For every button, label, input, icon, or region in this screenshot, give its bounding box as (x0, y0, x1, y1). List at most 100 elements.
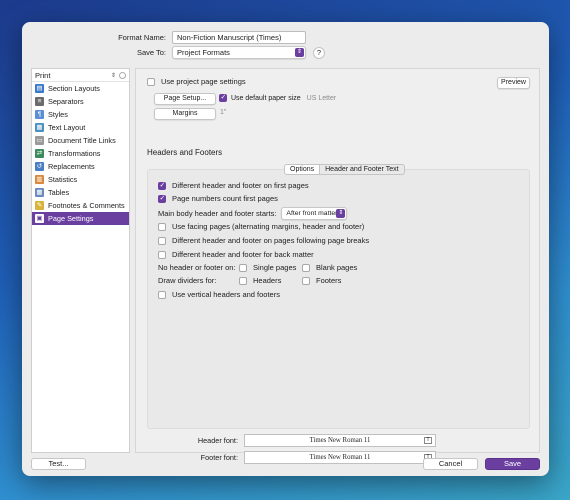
sidebar-item-tables[interactable]: ▦ Tables (32, 186, 129, 199)
headers-divider-row[interactable]: Headers (239, 276, 281, 285)
sidebar-item-label: Styles (48, 110, 68, 119)
default-paper-row[interactable]: Use default paper size US Letter (219, 93, 337, 102)
sidebar-item-transformations[interactable]: ⇄ Transformations (32, 147, 129, 160)
margins-value: 1" (220, 109, 227, 116)
sidebar-item-label: Footnotes & Comments (48, 201, 125, 210)
main-body-value: After front matter (286, 210, 338, 217)
footers-divider-row[interactable]: Footers (302, 276, 341, 285)
headers-divider-checkbox[interactable] (239, 276, 247, 285)
test-button[interactable]: Test... (31, 458, 86, 470)
sidebar-item-section-layouts[interactable]: ▤ Section Layouts (32, 82, 129, 95)
different-first-checkbox[interactable] (158, 181, 166, 190)
no-header-label: No header or footer on: (158, 263, 236, 272)
footer-font-field[interactable]: Times New Roman 11 T (244, 451, 436, 464)
sidebar-item-page-settings[interactable]: ▣ Page Settings (32, 212, 129, 225)
different-first-label: Different header and footer on first pag… (172, 181, 309, 190)
facing-pages-checkbox[interactable] (158, 222, 166, 231)
header-font-label: Header font: (197, 436, 238, 445)
popup-arrows-icon: ⇕ (336, 209, 346, 218)
font-picker-icon[interactable]: T (424, 437, 432, 444)
cancel-button[interactable]: Cancel (423, 458, 478, 470)
header-font-field[interactable]: Times New Roman 11 T (244, 434, 436, 447)
sidebar-item-statistics[interactable]: ▥ Statistics (32, 173, 129, 186)
save-to-value: Project Formats (177, 48, 230, 57)
single-pages-row[interactable]: Single pages (239, 263, 296, 272)
sidebar-item-styles[interactable]: ¶ Styles (32, 108, 129, 121)
help-button[interactable]: ? (313, 46, 325, 59)
sidebar-item-label: Transformations (48, 149, 101, 158)
sidebar-item-label: Statistics (48, 175, 78, 184)
sidebar-item-label: Tables (48, 188, 70, 197)
sidebar: Print ⇕ ▤ Section Layouts ≡ Separators ¶ Styl… (31, 68, 130, 453)
save-button[interactable]: Save (485, 458, 540, 470)
header-font-row: Header font: Times New Roman 11 T (148, 434, 436, 447)
vertical-checkbox[interactable] (158, 290, 166, 299)
following-breaks-row[interactable]: Different header and footer on pages fol… (158, 236, 369, 245)
main-body-label: Main body header and footer starts: (158, 209, 277, 218)
following-breaks-checkbox[interactable] (158, 236, 166, 245)
sidebar-list: ▤ Section Layouts ≡ Separators ¶ Styles ▦ Text … (32, 82, 129, 225)
facing-pages-row[interactable]: Use facing pages (alternating margins, h… (158, 222, 364, 231)
sidebar-item-footnotes-comments[interactable]: ✎ Footnotes & Comments (32, 199, 129, 212)
single-pages-label: Single pages (253, 263, 297, 272)
format-dialog: Format Name: Non-Fiction Manuscript (Tim… (22, 22, 549, 476)
replacements-icon: ↺ (35, 162, 44, 171)
save-to-popup[interactable]: Project Formats ⇕ (172, 46, 306, 59)
options-circle-icon[interactable] (119, 71, 126, 79)
tab-header-footer-text[interactable]: Header and Footer Text (320, 164, 405, 175)
sidebar-item-label: Document Title Links (48, 136, 116, 145)
vertical-label: Use vertical headers and footers (172, 290, 280, 299)
no-header-label-row: No header or footer on: (158, 263, 236, 272)
sidebar-item-label: Text Layout (48, 123, 86, 132)
paper-size-value: US Letter (306, 94, 337, 102)
page-numbers-first-checkbox[interactable] (158, 194, 166, 203)
tab-options[interactable]: Options (284, 164, 321, 175)
use-project-settings-row[interactable]: Use project page settings (147, 77, 246, 86)
default-paper-label: Use default paper size (231, 94, 301, 102)
tables-icon: ▦ (35, 188, 44, 197)
headers-divider-label: Headers (253, 276, 282, 285)
footers-divider-checkbox[interactable] (302, 276, 310, 285)
main-body-popup[interactable]: After front matter ⇕ (281, 207, 348, 220)
chevron-updown-icon: ⇕ (110, 72, 116, 79)
separators-icon: ≡ (35, 97, 44, 106)
footer-font-label: Footer font: (200, 453, 238, 462)
back-matter-checkbox[interactable] (158, 250, 166, 259)
sidebar-item-separators[interactable]: ≡ Separators (32, 95, 129, 108)
statistics-icon: ▥ (35, 175, 44, 184)
preview-button[interactable]: Preview (497, 77, 530, 89)
following-breaks-label: Different header and footer on pages fol… (172, 236, 370, 245)
main-body-row: Main body header and footer starts: Afte… (158, 207, 348, 220)
vertical-row[interactable]: Use vertical headers and footers (158, 290, 280, 299)
blank-pages-row[interactable]: Blank pages (302, 263, 357, 272)
use-project-settings-checkbox[interactable] (147, 77, 155, 86)
draw-dividers-label: Draw dividers for: (158, 276, 217, 285)
page-numbers-first-row[interactable]: Page numbers count first pages (158, 194, 278, 203)
format-name-label: Format Name: (118, 33, 166, 42)
format-name-row: Format Name: Non-Fiction Manuscript (Tim… (86, 31, 306, 44)
settings-pane: Use project page settings Preview Page S… (135, 68, 540, 464)
footers-divider-label: Footers (316, 276, 342, 285)
draw-dividers-label-row: Draw dividers for: (158, 276, 216, 285)
footnotes-comments-icon: ✎ (35, 201, 44, 210)
save-to-row: Save To: Project Formats ⇕ ? (86, 46, 325, 59)
save-to-label: Save To: (136, 48, 166, 57)
blank-pages-checkbox[interactable] (302, 263, 310, 272)
different-first-row[interactable]: Different header and footer on first pag… (158, 181, 309, 190)
margins-button[interactable]: Margins (154, 108, 216, 120)
single-pages-checkbox[interactable] (239, 263, 247, 272)
default-paper-checkbox[interactable] (219, 93, 227, 102)
sidebar-item-document-title-links[interactable]: ▭ Document Title Links (32, 134, 129, 147)
blank-pages-label: Blank pages (316, 263, 358, 272)
sidebar-item-label: Separators (48, 97, 84, 106)
format-name-field[interactable]: Non-Fiction Manuscript (Times) (172, 31, 306, 44)
headers-footers-title: Headers and Footers (147, 148, 223, 157)
sidebar-item-text-layout[interactable]: ▦ Text Layout (32, 121, 129, 134)
format-selector[interactable]: Print ⇕ (32, 69, 129, 82)
page-numbers-first-label: Page numbers count first pages (172, 194, 278, 203)
back-matter-row[interactable]: Different header and footer for back mat… (158, 250, 314, 259)
popup-arrows-icon: ⇕ (295, 48, 304, 57)
facing-pages-label: Use facing pages (alternating margins, h… (172, 222, 365, 231)
sidebar-item-replacements[interactable]: ↺ Replacements (32, 160, 129, 173)
page-setup-button[interactable]: Page Setup... (154, 93, 216, 105)
